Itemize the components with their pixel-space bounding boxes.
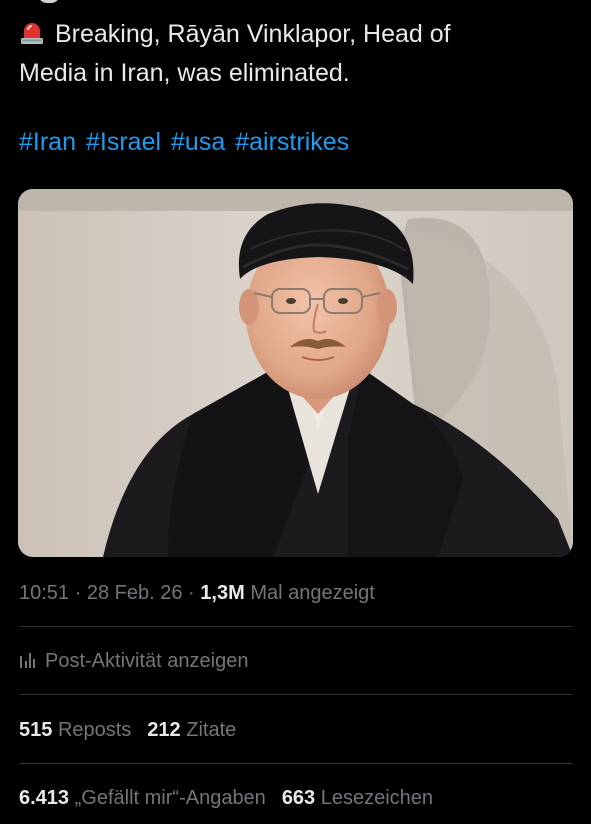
tweet-text-line-1: Breaking, Rāyān Vinklapor, Head of bbox=[55, 20, 451, 48]
hashtag-israel[interactable]: #Israel bbox=[86, 128, 161, 156]
stats-row-reposts: 515 Reposts 212 Zitate bbox=[19, 715, 236, 745]
quotes-count: 212 bbox=[147, 719, 181, 741]
likes-count: 6.413 bbox=[19, 787, 70, 809]
meta-separator: · bbox=[74, 582, 82, 604]
reposts-link[interactable]: 515 Reposts bbox=[19, 719, 131, 741]
tweet-photo[interactable] bbox=[18, 189, 573, 557]
bookmarks-label: Lesezeichen bbox=[320, 787, 434, 809]
hashtag-iran[interactable]: #Iran bbox=[19, 128, 76, 156]
hashtags: #Iran #Israel #usa #airstrikes bbox=[19, 124, 359, 160]
avatar-edge bbox=[38, 0, 60, 3]
divider bbox=[19, 626, 573, 627]
meta-separator: · bbox=[188, 582, 195, 604]
bookmarks-link[interactable]: 663 Lesezeichen bbox=[282, 787, 433, 809]
bar-chart-icon bbox=[19, 647, 37, 677]
police-car-light-icon bbox=[19, 19, 45, 55]
quotes-label: Zitate bbox=[186, 719, 237, 741]
portrait-photo bbox=[18, 189, 573, 557]
reposts-count: 515 bbox=[19, 719, 53, 741]
bookmarks-count: 663 bbox=[281, 787, 316, 809]
tweet-text: Breaking, Rāyān Vinklapor, Head of Media… bbox=[19, 16, 539, 91]
tweet-text-line-2: Media in Iran, was eliminated. bbox=[19, 59, 350, 87]
quotes-link[interactable]: 212 Zitate bbox=[147, 719, 236, 741]
post-activity-link[interactable]: Post-Aktivität anzeigen bbox=[19, 646, 248, 677]
likes-label: „Gefällt mir“-Angaben bbox=[74, 787, 266, 809]
post-meta: 10:51 · 28 Feb. 26 · 1,3M Mal angezeigt bbox=[19, 578, 375, 608]
stats-row-likes: 6.413 „Gefällt mir“-Angaben 663 Lesezeich… bbox=[19, 783, 433, 813]
post-time[interactable]: 10:51 bbox=[19, 582, 69, 604]
views-count: 1,3M bbox=[200, 582, 245, 604]
reposts-label: Reposts bbox=[57, 719, 132, 741]
hashtag-usa[interactable]: #usa bbox=[171, 128, 225, 156]
post-date[interactable]: 28 Feb. 26 bbox=[87, 582, 183, 604]
hashtag-airstrikes[interactable]: #airstrikes bbox=[235, 128, 349, 156]
divider bbox=[19, 694, 573, 695]
likes-link[interactable]: 6.413 „Gefällt mir“-Angaben bbox=[19, 787, 266, 809]
post-activity-label: Post-Aktivität anzeigen bbox=[45, 650, 249, 672]
views-label: Mal angezeigt bbox=[250, 582, 375, 604]
divider bbox=[19, 763, 573, 764]
